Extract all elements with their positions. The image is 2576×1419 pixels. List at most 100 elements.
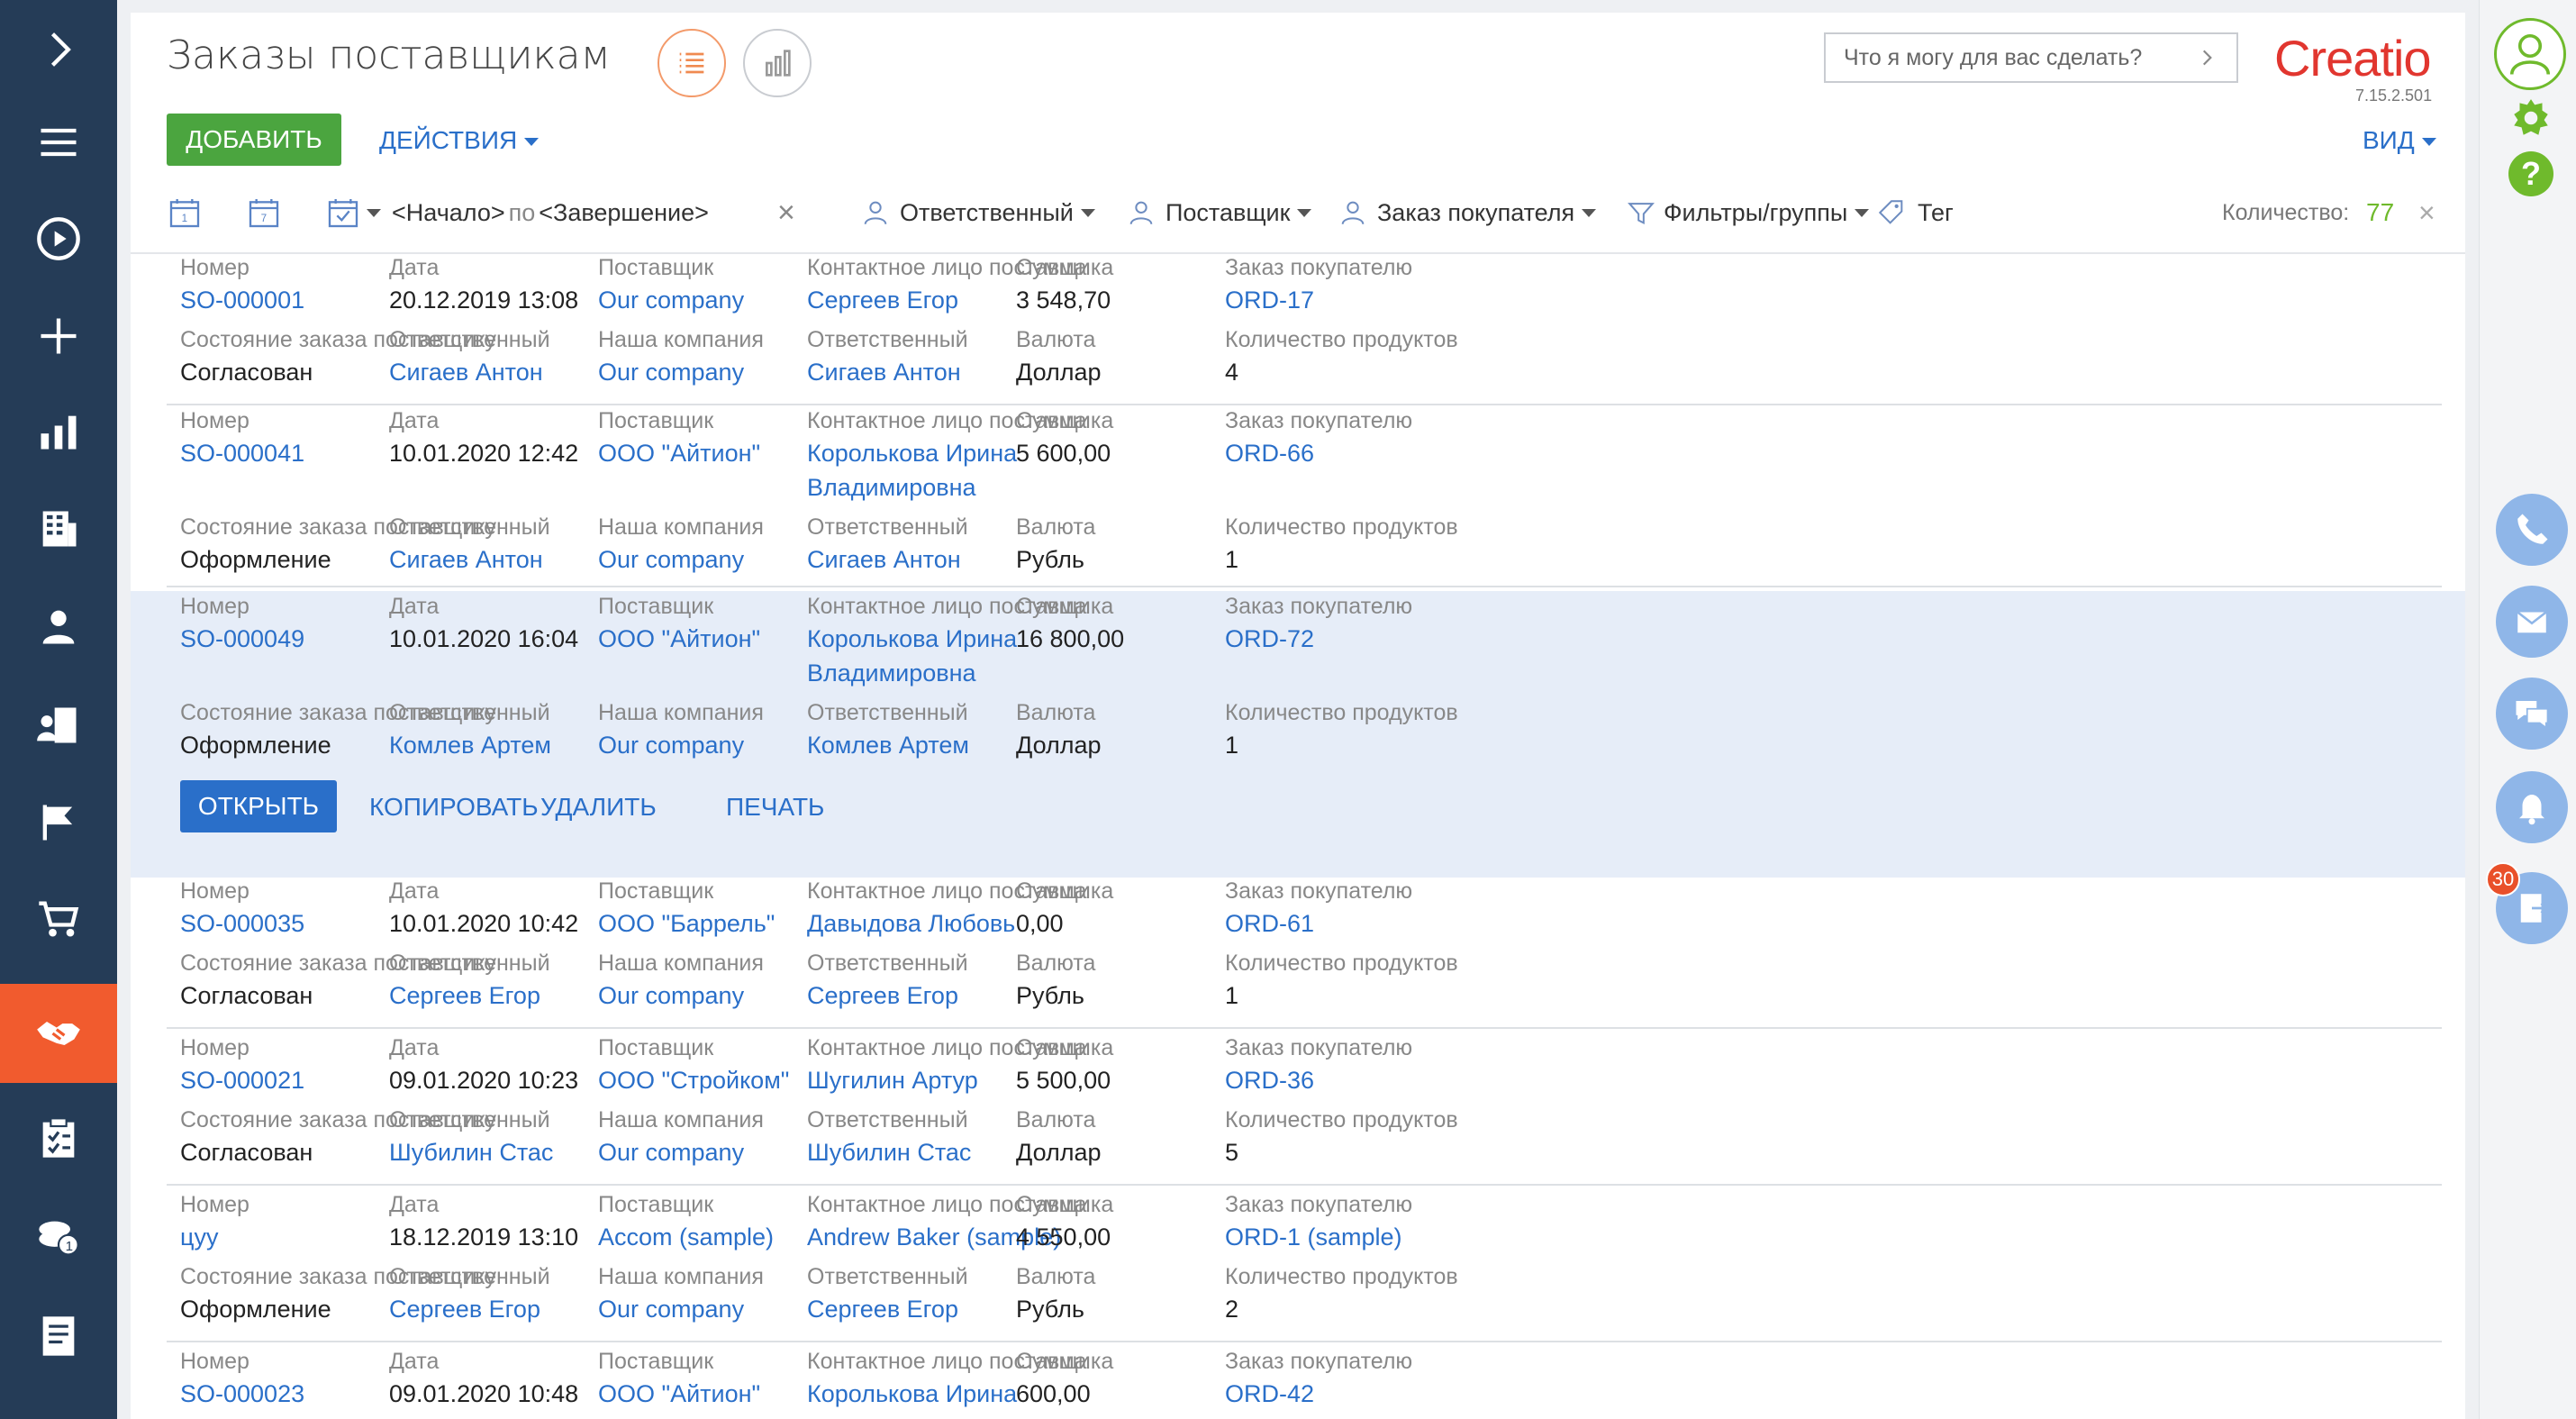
field-label: Заказ покупателю bbox=[1225, 408, 1413, 433]
date-start: <Начало> bbox=[392, 198, 505, 226]
delete-button[interactable]: УДАЛИТЬ bbox=[540, 793, 657, 822]
actions-label: ДЕЙСТВИЯ bbox=[379, 126, 518, 154]
person-outline-icon bbox=[1129, 201, 1153, 225]
expand-nav-button[interactable] bbox=[0, 0, 117, 99]
play-circle-icon bbox=[37, 217, 80, 260]
open-button[interactable]: ОТКРЫТЬ bbox=[180, 780, 337, 832]
version-label: 7.15.2.501 bbox=[2355, 86, 2433, 105]
person-outline-icon bbox=[1341, 201, 1365, 225]
caret-down-icon bbox=[1080, 208, 1095, 217]
field-label: Количество продуктов bbox=[1225, 514, 1458, 540]
view-label: ВИД bbox=[2363, 126, 2415, 154]
date-range-filter[interactable]: <Начало> по <Завершение> bbox=[392, 193, 709, 232]
list-item[interactable]: Номер SO-000049 Дата 10.01.2020 16:04 Постав… bbox=[131, 591, 2465, 878]
chat-button[interactable] bbox=[2496, 678, 2568, 750]
period-week-button[interactable]: 7 bbox=[246, 193, 282, 232]
caret-down-icon bbox=[2421, 138, 2436, 147]
nav-dashboards[interactable] bbox=[0, 382, 117, 481]
call-button[interactable] bbox=[2496, 494, 2568, 566]
copy-button[interactable]: КОПИРОВАТЬ bbox=[369, 793, 539, 822]
building-icon bbox=[42, 511, 77, 547]
coins-icon: 1 bbox=[39, 1221, 79, 1256]
field-product-count: Количество продуктов 2 bbox=[1225, 1261, 1603, 1326]
quick-add-button[interactable] bbox=[0, 287, 117, 386]
nav-finance[interactable]: 1 bbox=[0, 1187, 117, 1287]
field-value-product-count: 1 bbox=[1225, 546, 1239, 573]
field-label: Заказ покупателю bbox=[1225, 255, 1413, 280]
list-item[interactable]: Номер SO-000023 Дата 09.01.2020 10:48 Постав… bbox=[131, 1346, 2465, 1419]
nav-tasks[interactable] bbox=[0, 1088, 117, 1187]
field-label: Заказ покупателю bbox=[1225, 1035, 1413, 1060]
field-value-customer-order[interactable]: ORD-72 bbox=[1225, 622, 1603, 656]
process-button[interactable] bbox=[0, 189, 117, 288]
nav-orders[interactable] bbox=[0, 869, 117, 969]
email-button[interactable] bbox=[2496, 586, 2568, 658]
field-value-customer-order[interactable]: ORD-1 (sample) bbox=[1225, 1220, 1603, 1254]
nav-leads[interactable] bbox=[0, 773, 117, 872]
list-item[interactable]: Номер SO-000001 Дата 20.12.2019 13:08 Постав… bbox=[131, 252, 2465, 405]
analytics-view-button[interactable] bbox=[743, 29, 812, 97]
clear-date-icon[interactable]: × bbox=[777, 193, 795, 232]
settings-button[interactable] bbox=[2508, 96, 2553, 145]
person-building-icon bbox=[37, 707, 77, 743]
list-item[interactable]: Номер цуу Дата 18.12.2019 13:10 Поставщик Acc… bbox=[131, 1189, 2465, 1342]
field-product-count: Количество продуктов 1 bbox=[1225, 697, 1603, 762]
list-item[interactable]: Номер SO-000041 Дата 10.01.2020 12:42 Постав… bbox=[131, 405, 2465, 587]
field-value-customer-order[interactable]: ORD-36 bbox=[1225, 1063, 1603, 1097]
row-divider bbox=[167, 1341, 2442, 1342]
period-day-button[interactable]: 1 bbox=[167, 193, 203, 232]
field-customer-order: Заказ покупателю ORD-1 (sample) bbox=[1225, 1189, 1603, 1254]
funnel-icon bbox=[1628, 203, 1655, 224]
calendar-day-icon: 1 bbox=[169, 199, 200, 228]
field-label: Количество продуктов bbox=[1225, 327, 1458, 352]
field-customer-order: Заказ покупателю ORD-36 bbox=[1225, 1032, 1603, 1097]
actions-menu-button[interactable]: ДЕЙСТВИЯ bbox=[379, 126, 540, 155]
gear-icon bbox=[2514, 99, 2548, 135]
hamburger-icon bbox=[41, 128, 77, 157]
field-value-product-count: 5 bbox=[1225, 1139, 1239, 1166]
owner-filter[interactable]: Ответственный bbox=[860, 193, 1095, 232]
chevron-right-icon bbox=[50, 32, 71, 67]
field-value-customer-order[interactable]: ORD-66 bbox=[1225, 436, 1603, 470]
view-menu-button[interactable]: ВИД bbox=[2363, 126, 2436, 155]
field-value-product-count: 4 bbox=[1225, 359, 1239, 386]
nav-contact-accounts[interactable] bbox=[0, 676, 117, 775]
field-value-customer-order[interactable]: ORD-42 bbox=[1225, 1377, 1603, 1411]
caret-down-icon bbox=[1855, 208, 1870, 217]
filters-groups-button[interactable]: Фильтры/группы bbox=[1626, 193, 1870, 232]
period-custom-button[interactable] bbox=[325, 193, 381, 232]
nav-contacts[interactable] bbox=[0, 577, 117, 676]
caret-down-icon bbox=[1297, 208, 1312, 217]
chevron-right-icon bbox=[2202, 50, 2212, 66]
tag-filter-button[interactable]: Тег bbox=[1876, 193, 1954, 232]
nav-supplier-orders[interactable] bbox=[0, 984, 117, 1083]
caret-down-icon bbox=[1582, 208, 1597, 217]
menu-button[interactable] bbox=[0, 93, 117, 192]
print-button[interactable]: ПЕЧАТЬ bbox=[726, 793, 824, 822]
count-value: 77 bbox=[2366, 198, 2395, 226]
nav-accounts[interactable] bbox=[0, 479, 117, 578]
field-customer-order: Заказ покупателю ORD-72 bbox=[1225, 591, 1603, 656]
close-count-icon[interactable]: × bbox=[2418, 193, 2435, 232]
filters-groups-label: Фильтры/группы bbox=[1664, 198, 1848, 226]
list-view-button[interactable] bbox=[658, 29, 726, 97]
add-button[interactable]: ДОБАВИТЬ bbox=[167, 114, 341, 166]
field-label: Заказ покупателю bbox=[1225, 1192, 1413, 1217]
field-value-customer-order[interactable]: ORD-61 bbox=[1225, 906, 1603, 941]
field-customer-order: Заказ покупателю ORD-42 bbox=[1225, 1346, 1603, 1411]
svg-text:1: 1 bbox=[66, 1239, 73, 1254]
nav-documents[interactable] bbox=[0, 1287, 117, 1386]
owner-filter-label: Ответственный bbox=[900, 198, 1074, 226]
supplier-filter[interactable]: Поставщик bbox=[1126, 193, 1312, 232]
command-search-input[interactable]: Что я могу для вас сделать? bbox=[1824, 32, 2238, 83]
profile-avatar[interactable] bbox=[2494, 18, 2566, 90]
notifications-button[interactable] bbox=[2496, 771, 2568, 843]
help-icon[interactable]: ? bbox=[2508, 151, 2553, 196]
customer-order-filter[interactable]: Заказ покупателя bbox=[1338, 193, 1597, 232]
page-title: Заказы поставщикам bbox=[167, 32, 611, 78]
list-item[interactable]: Номер SO-000035 Дата 10.01.2020 10:42 Постав… bbox=[131, 876, 2465, 1029]
field-value-customer-order[interactable]: ORD-17 bbox=[1225, 283, 1603, 317]
list-item[interactable]: Номер SO-000021 Дата 09.01.2020 10:23 Постав… bbox=[131, 1032, 2465, 1186]
supplier-filter-label: Поставщик bbox=[1166, 198, 1291, 226]
field-label: Заказ покупателю bbox=[1225, 878, 1413, 904]
